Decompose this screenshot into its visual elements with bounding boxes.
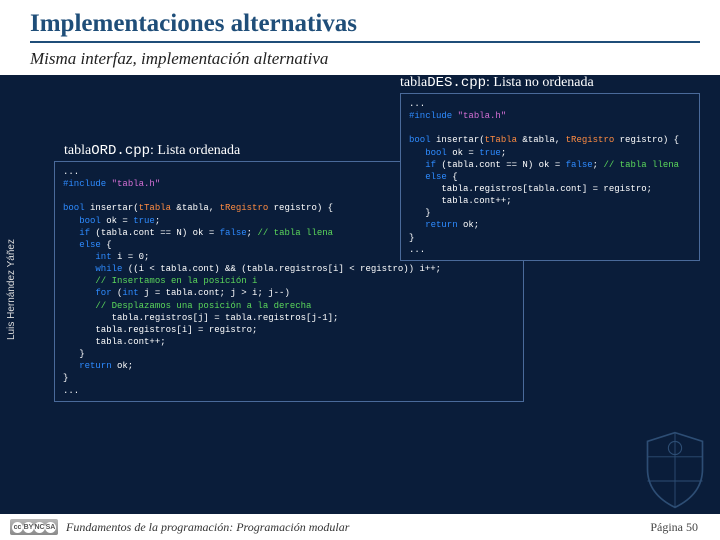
slide-subtitle: Misma interfaz, implementación alternati… xyxy=(30,49,700,69)
des-label: tablaDES.cpp: Lista no ordenada xyxy=(400,75,700,91)
content-area: tablaDES.cpp: Lista no ordenada ... #inc… xyxy=(0,75,720,402)
author-sidebar: Luis Hernández Yáñez xyxy=(6,239,17,340)
footer-text: Fundamentos de la programación: Programa… xyxy=(66,520,349,535)
slide-title: Implementaciones alternativas xyxy=(30,10,700,43)
ord-label-prefix: tabla xyxy=(64,143,91,158)
footer-left: cc BY NC SA Fundamentos de la programaci… xyxy=(10,519,349,535)
cc-cc: cc xyxy=(12,522,23,533)
cc-by: BY xyxy=(23,522,34,533)
des-block: tablaDES.cpp: Lista no ordenada ... #inc… xyxy=(400,75,700,261)
header-panel: Implementaciones alternativas Misma inte… xyxy=(0,0,720,75)
footer-page: Página 50 xyxy=(650,520,698,535)
des-label-file: DES.cpp xyxy=(427,75,486,91)
ord-label-file: ORD.cpp xyxy=(91,143,150,159)
cc-license-icon: cc BY NC SA xyxy=(10,519,58,535)
des-codebox: ... #include "tabla.h" bool insertar(tTa… xyxy=(400,93,700,261)
cc-sa: SA xyxy=(45,522,56,533)
ord-label-suffix: : Lista ordenada xyxy=(150,143,240,158)
cc-nc: NC xyxy=(34,522,45,533)
footer: cc BY NC SA Fundamentos de la programaci… xyxy=(0,514,720,540)
des-label-suffix: : Lista no ordenada xyxy=(486,75,594,90)
shield-icon xyxy=(642,430,708,510)
des-label-prefix: tabla xyxy=(400,75,427,90)
